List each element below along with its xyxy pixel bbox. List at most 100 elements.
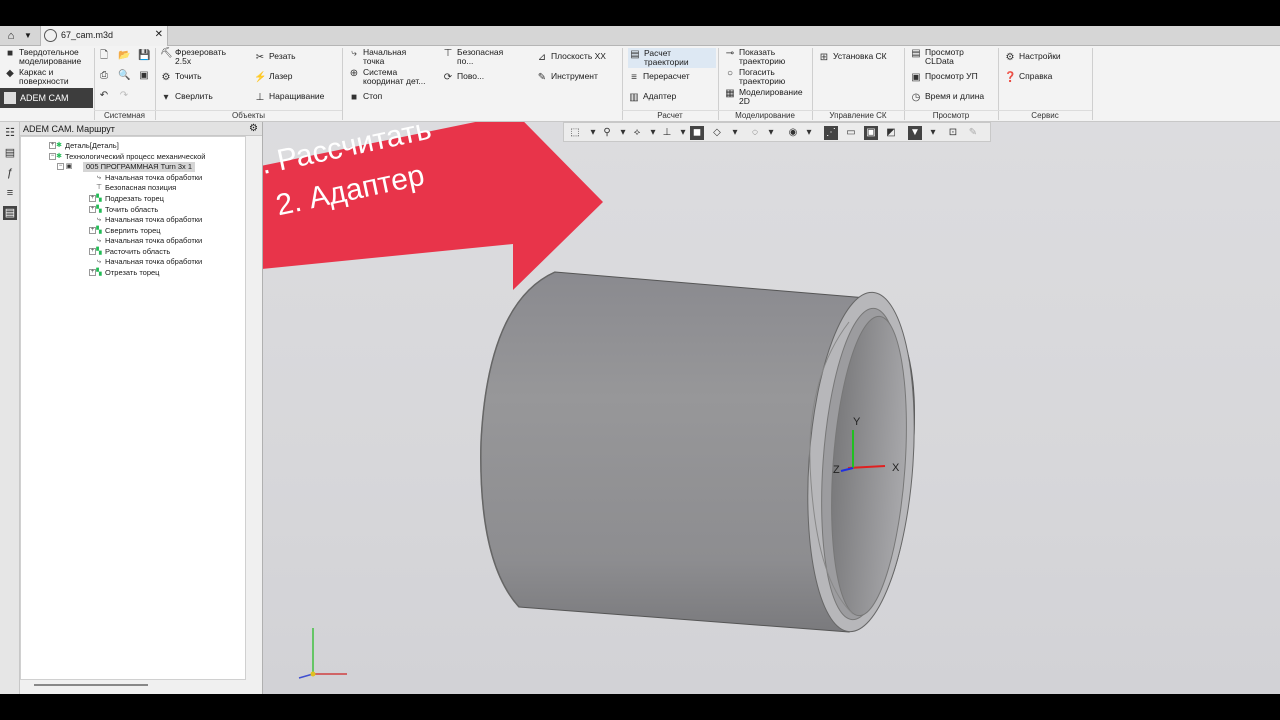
chevron-down-icon[interactable]: ▼ (24, 29, 32, 43)
tree-node[interactable]: ⤷ Начальная точка обработки (97, 257, 203, 267)
undo-icon[interactable]: ↶ (98, 90, 110, 102)
drill-button[interactable]: ▾ Сверлить (160, 91, 213, 104)
cut-button[interactable]: ✂ Резать (254, 52, 296, 64)
modeling-2d-button[interactable]: ▦ Моделирование 2D (724, 87, 803, 106)
tree-node[interactable]: ⤷ Начальная точка обработки (97, 173, 203, 183)
drill-icon: ▾ (163, 92, 169, 103)
save-icon[interactable]: 💾 (138, 50, 150, 62)
face-icon: ▚ (96, 195, 102, 202)
tree-node[interactable]: ⤷ Начальная точка обработки (97, 236, 203, 246)
save-as-icon[interactable]: ▣ (138, 70, 150, 82)
wireframe-button[interactable]: ◆ Каркас и поверхности (4, 68, 69, 86)
cylinder-part[interactable] (480, 271, 925, 635)
show-trajectory-button[interactable]: ⊸ Показать траекторию (724, 48, 785, 66)
tree-node[interactable]: + ▚ Расточить область (89, 247, 171, 257)
tree-node[interactable]: ⊤ Безопасная позиция (96, 183, 176, 193)
tree-node[interactable]: + ▚ Подрезать торец (89, 194, 164, 204)
document-tab[interactable]: 67_cam.m3d ✕ (40, 26, 168, 46)
turn-area-icon: ▚ (96, 206, 102, 213)
tree-node[interactable]: + ▚ Отрезать торец (89, 268, 159, 278)
group-service-label: Сервис (998, 110, 1092, 121)
mill-2-5x-button[interactable]: ⛏ Фрезеровать 2.5x (160, 48, 226, 66)
group-objects-label: Объекты (155, 110, 342, 121)
start-point-button[interactable]: ⤷ Начальная точка (348, 48, 406, 66)
modeling-2d-label: Моделирование 2D (739, 87, 803, 106)
adem-cam-button[interactable]: ADEM CAM (0, 88, 93, 108)
laser-icon: ⚡ (254, 72, 267, 83)
function-icon[interactable]: ƒ (3, 166, 17, 180)
plane-xx-button[interactable]: ⊿ Плоскость XX (536, 52, 606, 64)
drill-label: Сверлить (175, 91, 213, 101)
tree-node-label: Начальная точка обработки (105, 173, 203, 182)
tree-node[interactable]: + ▚ Сверлить торец (89, 226, 161, 236)
ribbon: ■ Твердотельное моделирование ◆ Каркас и… (0, 46, 1280, 122)
point-icon: ⤷ (97, 237, 101, 244)
tool-button[interactable]: ✎ Инструмент (536, 72, 598, 84)
3d-viewport[interactable]: ⬚ ▾ ⚲ ▾ ⟡ ▾ ⊥ ▾ ◼ ◇ ▾ ◌ ▾ ◉ ▾ ⋰ ▭ ▣ ◩ ▼ … (262, 122, 1280, 694)
rotate-button[interactable]: ⟳ Пово... (442, 72, 484, 84)
vertical-scrollbar[interactable] (246, 136, 262, 680)
time-length-button[interactable]: ◷ Время и длина (910, 92, 985, 104)
drill-face-icon: ▚ (96, 227, 102, 234)
view-cldata-label: Просмотр CLData (925, 47, 964, 66)
help-button[interactable]: ❓ Справка (1004, 72, 1052, 84)
build-up-button[interactable]: ⊥ Наращивание (254, 91, 325, 104)
coord-system-label: Система координат дет... (363, 67, 426, 86)
separator (342, 48, 343, 120)
table-icon[interactable]: ▤ (3, 146, 17, 160)
view-up-button[interactable]: ▣ Просмотр УП (910, 72, 977, 84)
hide-trajectory-button[interactable]: ○ Погасить траекторию (724, 68, 785, 86)
tree-node[interactable]: ⤷ Начальная точка обработки (97, 215, 202, 225)
redo-icon[interactable]: ↷ (118, 90, 130, 102)
coord-system-button[interactable]: ⊕ Система координат дет... (348, 67, 426, 86)
tree-node-label: Начальная точка обработки (105, 236, 203, 245)
tree-icon[interactable]: ☷ (3, 126, 17, 140)
program-icon: ▣ (65, 163, 73, 170)
rotate-icon: ⟳ (443, 72, 453, 83)
laser-button[interactable]: ⚡ Лазер (254, 72, 292, 84)
gear-icon: ⚙ (1005, 52, 1015, 63)
show-trajectory-label: Показать траекторию (739, 47, 786, 66)
safe-position-button[interactable]: ⊤ Безопасная по... (442, 48, 504, 66)
collapse-icon[interactable]: − (57, 163, 64, 170)
recalculate-button[interactable]: ≡ Перерасчет (628, 72, 690, 84)
stop-button[interactable]: ■ Стоп (348, 92, 382, 104)
preview-icon[interactable]: 🔍 (118, 70, 130, 82)
set-cs-button[interactable]: ⊞ Установка СК (818, 52, 887, 64)
tree-node[interactable]: + ✱ Деталь[Деталь] (49, 141, 119, 151)
turn-button[interactable]: ⚙ Точить (160, 72, 202, 84)
solid-modeling-button[interactable]: ■ Твердотельное моделирование (4, 48, 81, 66)
cube-icon: ■ (6, 48, 14, 59)
calculate-trajectory-button[interactable]: ▤ Расчет траектории (628, 48, 716, 68)
gear-icon[interactable]: ⚙ (249, 122, 258, 136)
rotate-label: Пово... (457, 71, 485, 81)
route-icon[interactable]: ▤ (3, 206, 17, 220)
solid-modeling-label: Твердотельное моделирование (19, 47, 82, 66)
close-icon[interactable]: ✕ (155, 29, 163, 40)
surface-icon: ◆ (6, 68, 14, 79)
help-label: Справка (1019, 71, 1053, 81)
group-model-label: Моделирование (718, 110, 812, 121)
open-folder-icon[interactable]: 📂 (118, 50, 130, 62)
tree-node[interactable]: − ✱ Технологический процесс механической (49, 152, 205, 162)
tree-node[interactable]: + ▚ Точить область (89, 205, 158, 215)
tree-node-selected[interactable]: − ▣ 005 ПРОГРАММНАЯ Turn 3x 1 (57, 162, 196, 172)
document-tab-title: 67_cam.m3d (61, 30, 114, 40)
turn-label: Точить (175, 71, 202, 81)
adapter-button[interactable]: ▥ Адаптер (628, 92, 676, 104)
tool-icon: ✎ (537, 72, 547, 83)
model-canvas: X Y Z (263, 122, 925, 679)
axis-y-label: Y (853, 416, 861, 428)
home-icon[interactable]: ⌂ (4, 29, 18, 43)
tree-node-label: Начальная точка обработки (105, 257, 203, 266)
adem-cam-label: ADEM CAM (20, 93, 69, 103)
print-icon[interactable]: ⎙ (98, 70, 110, 82)
view-cldata-button[interactable]: ▤ Просмотр CLData (910, 48, 964, 66)
new-file-icon[interactable]: 🗋 (98, 50, 110, 62)
turn-icon: ⚙ (161, 72, 171, 83)
settings-button[interactable]: ⚙ Настройки (1004, 52, 1061, 64)
horizontal-scrollbar[interactable] (34, 684, 148, 686)
tree-node-label: Расточить область (105, 247, 171, 256)
layers-icon[interactable]: ≡ (3, 186, 17, 200)
build-up-label: Наращивание (269, 91, 325, 101)
